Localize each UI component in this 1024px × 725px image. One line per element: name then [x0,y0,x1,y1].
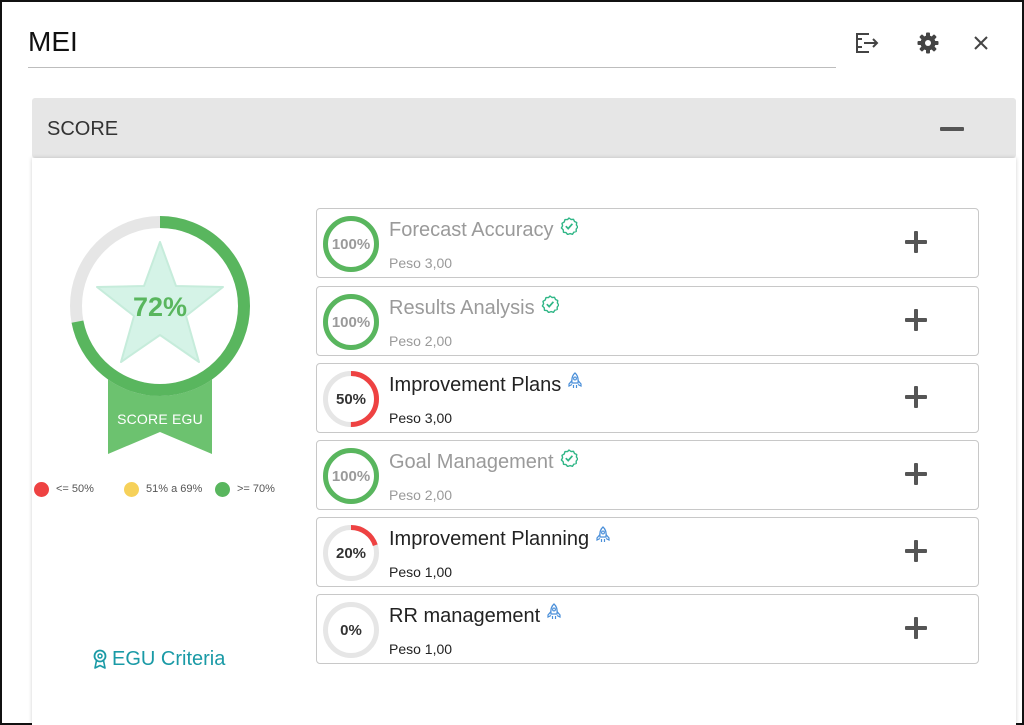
expand-button[interactable] [905,616,929,640]
item-name-text: Improvement Plans [389,374,562,396]
award-icon [92,649,108,669]
item-name: Improvement Plans [389,372,583,397]
item-weight: Peso 3,00 [389,410,453,426]
legend-dot-green [215,481,230,497]
item-name-text: Improvement Planning [389,528,590,550]
legend-label: 51% a 69% [146,483,203,495]
item-name-text: Goal Management [389,451,554,473]
rocket-icon [595,526,611,550]
progress-percent: 0% [340,621,362,639]
item-name-text: Results Analysis [389,297,535,319]
legend-item-red: <= 50% [34,480,94,498]
item-weight: Peso 2,00 [389,333,453,349]
egu-criteria-link[interactable]: EGU Criteria [92,646,225,672]
settings-button[interactable] [913,30,943,60]
legend-item-yellow: 51% a 69% [124,480,202,498]
score-badge: 72% SCORE EGU [66,212,258,458]
item-name-text: RR management [389,605,541,627]
progress-percent: 100% [331,313,371,331]
legend-label: <= 50% [56,483,94,495]
expand-button[interactable] [905,539,929,563]
item-weight: Peso 1,00 [389,564,453,580]
expand-button[interactable] [905,462,929,486]
item-name: Goal Management [389,449,579,474]
score-value: 72% [132,292,188,322]
score-item-card[interactable]: 100% Goal Management Peso 2,00 [316,440,979,510]
progress-percent: 100% [331,235,371,253]
legend-dot-red [34,481,49,497]
score-label: SCORE EGU [117,411,203,427]
score-legend: <= 50% 51% a 69% >= 70% [34,480,294,498]
expand-button[interactable] [905,230,929,254]
check-circle-icon [560,449,579,473]
collapse-button[interactable] [940,120,966,138]
expand-button[interactable] [905,385,929,409]
progress-percent: 20% [335,544,367,562]
score-item-card[interactable]: 20% Improvement Planning Peso 1,00 [316,517,979,587]
score-section-header[interactable]: SCORE [32,98,1016,158]
legend-label: >= 70% [237,483,275,495]
section-title: SCORE [47,118,119,140]
egu-criteria-label: EGU Criteria [112,647,226,670]
rocket-icon [567,372,583,396]
item-weight: Peso 1,00 [389,641,453,657]
progress-percent: 100% [331,467,371,485]
check-circle-icon [560,217,579,241]
export-icon [854,31,880,60]
item-name-text: Forecast Accuracy [389,219,554,241]
item-weight: Peso 3,00 [389,255,453,271]
score-item-card[interactable]: 0% RR management Peso 1,00 [316,594,979,664]
title-field: MEI [28,22,836,68]
legend-dot-yellow [124,481,139,497]
item-name: RR management [389,603,562,628]
item-weight: Peso 2,00 [389,487,453,503]
item-name: Forecast Accuracy [389,217,579,242]
progress-percent: 50% [335,390,367,408]
score-item-card[interactable]: 100% Results Analysis Peso 2,00 [316,286,979,356]
check-circle-icon [541,295,560,319]
item-name: Improvement Planning [389,526,611,551]
score-item-card[interactable]: 50% Improvement Plans Peso 3,00 [316,363,979,433]
score-item-card[interactable]: 100% Forecast Accuracy Peso 3,00 [316,208,979,278]
item-name: Results Analysis [389,295,560,320]
page-title: MEI [28,26,78,57]
gear-icon [916,31,940,60]
close-icon [972,34,990,57]
legend-item-green: >= 70% [215,480,275,498]
export-button[interactable] [852,30,882,60]
expand-button[interactable] [905,308,929,332]
rocket-icon [546,603,562,627]
close-button[interactable] [966,30,996,60]
